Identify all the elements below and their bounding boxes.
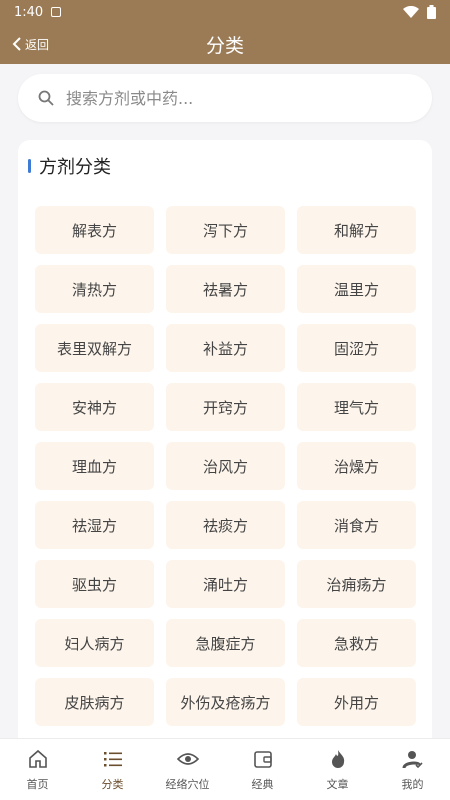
category-button[interactable]: 固涩方: [297, 324, 416, 372]
search-icon: [38, 90, 54, 106]
category-button[interactable]: 开窍方: [166, 383, 285, 431]
category-button[interactable]: 安神方: [35, 383, 154, 431]
category-button[interactable]: 解表方: [35, 206, 154, 254]
category-button[interactable]: 祛湿方: [35, 501, 154, 549]
category-button[interactable]: 消食方: [297, 501, 416, 549]
bottom-nav: 首页 分类 经络穴位 经典 文章 我的: [0, 738, 450, 800]
category-button[interactable]: 涌吐方: [166, 560, 285, 608]
category-button[interactable]: 治痈疡方: [297, 560, 416, 608]
eye-icon: [176, 752, 199, 765]
category-button[interactable]: 妇人病方: [35, 619, 154, 667]
category-button[interactable]: 急救方: [297, 619, 416, 667]
section-accent-bar: [28, 159, 31, 173]
list-icon: [103, 751, 122, 766]
nav-label: 分类: [101, 777, 124, 791]
category-button[interactable]: 理血方: [35, 442, 154, 490]
status-bar: 1:40: [0, 0, 450, 24]
flame-icon: [331, 749, 344, 768]
search-bar[interactable]: [18, 74, 432, 122]
back-button[interactable]: 返回: [12, 24, 49, 64]
user-check-icon: [402, 750, 423, 768]
category-grid: 解表方 泻下方 和解方清热方 祛暑方 温里方表里双解方 补益方 固涩方安神方 开窍方 理气方理血…: [35, 206, 417, 726]
nav-item[interactable]: 经典: [225, 739, 300, 800]
category-button[interactable]: 急腹症方: [166, 619, 285, 667]
category-button[interactable]: 治风方: [166, 442, 285, 490]
category-button[interactable]: 表里双解方: [35, 324, 154, 372]
chevron-left-icon: [12, 37, 21, 51]
nav-label: 我的: [401, 777, 424, 791]
category-button[interactable]: 祛暑方: [166, 265, 285, 313]
search-input[interactable]: [66, 88, 386, 108]
category-button[interactable]: 治燥方: [297, 442, 416, 490]
nav-item[interactable]: 我的: [375, 739, 450, 800]
category-button[interactable]: 祛痰方: [166, 501, 285, 549]
nav-label: 首页: [26, 777, 49, 791]
app-header: 返回 分类: [0, 24, 450, 64]
nav-label: 文章: [326, 777, 349, 791]
category-button[interactable]: 温里方: [297, 265, 416, 313]
status-time: 1:40: [14, 4, 44, 20]
nav-item[interactable]: 分类: [75, 739, 150, 800]
wifi-icon: [403, 6, 419, 18]
nav-label: 经络穴位: [165, 777, 210, 791]
notification-icon: [51, 7, 62, 17]
home-icon: [28, 749, 47, 768]
category-button[interactable]: 皮肤病方: [35, 678, 154, 726]
category-button[interactable]: 补益方: [166, 324, 285, 372]
category-button[interactable]: 外用方: [297, 678, 416, 726]
category-button[interactable]: 泻下方: [166, 206, 285, 254]
nav-item[interactable]: 经络穴位: [150, 739, 225, 800]
section-header: 方剂分类: [28, 154, 111, 178]
page-title: 分类: [205, 34, 244, 57]
section-title: 方剂分类: [39, 157, 111, 178]
wallet-icon: [253, 750, 272, 768]
nav-item[interactable]: 文章: [300, 739, 375, 800]
category-button[interactable]: 清热方: [35, 265, 154, 313]
category-button[interactable]: 理气方: [297, 383, 416, 431]
status-icons: [403, 5, 436, 19]
battery-icon: [427, 5, 436, 19]
category-button[interactable]: 驱虫方: [35, 560, 154, 608]
nav-label: 经典: [251, 777, 274, 791]
back-label: 返回: [25, 37, 50, 52]
nav-item[interactable]: 首页: [0, 739, 75, 800]
category-button[interactable]: 和解方: [297, 206, 416, 254]
category-card: 方剂分类 解表方 泻下方 和解方清热方 祛暑方 温里方表里双解方 补益方 固涩方安神方 开窍方…: [18, 140, 432, 760]
category-button[interactable]: 外伤及疮疡方: [166, 678, 285, 726]
